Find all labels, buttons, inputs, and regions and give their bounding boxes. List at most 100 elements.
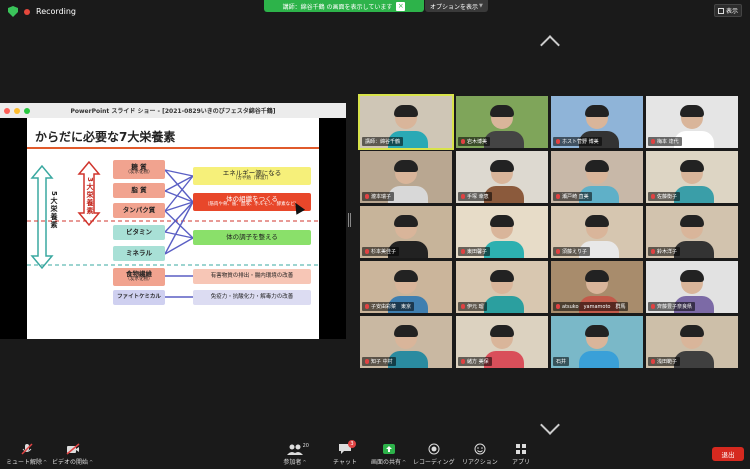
participant-name-tag: 須藤えり子 <box>553 247 591 256</box>
video-tile[interactable]: atsuko yamamoto 群馬 <box>551 261 643 313</box>
participant-name-tag: 浅田範子 <box>648 357 681 366</box>
mic-muted-icon <box>651 359 655 364</box>
grid-view-icon <box>717 7 724 14</box>
chevron-up-icon[interactable]: ^ <box>89 460 93 466</box>
chevron-down-icon: ▼ <box>479 3 483 9</box>
participant-name-tag: 石井 <box>553 357 570 366</box>
role-immunity: 免疫力・抗酸化力・解毒力の改善 <box>193 290 311 305</box>
participant-name: 杉本美佳子 <box>371 249 397 255</box>
reactions-button[interactable]: リアクション <box>462 443 498 466</box>
participant-name-tag: 伊元 瑠 <box>458 302 487 311</box>
mic-muted-icon <box>556 249 560 254</box>
mic-muted-icon <box>365 304 369 309</box>
ppt-window-title: PowerPoint スライド ショー - [2021-0829いきのびフェスタ… <box>70 108 276 115</box>
participant-name: atsuko yamamoto 群馬 <box>562 304 626 310</box>
video-tile[interactable]: 東田馨子 <box>456 206 548 258</box>
nutrient-protein: タンパク質 <box>113 203 165 218</box>
video-tile[interactable]: 佐藤衡子 <box>646 151 738 203</box>
mic-muted-icon <box>365 359 369 364</box>
participant-name-tag: 岩木博美 <box>458 137 491 146</box>
mic-muted-icon <box>651 304 655 309</box>
view-options-button[interactable]: オプションを表示 ▼ <box>425 0 488 12</box>
scroll-down-chevron-icon[interactable] <box>540 415 560 435</box>
video-tile[interactable]: ホスト菅野 博美 <box>551 96 643 148</box>
start-video-button[interactable]: ビデオの開始^ <box>52 443 93 466</box>
participant-name: 伊元 瑠 <box>467 304 484 310</box>
chevron-up-icon[interactable]: ^ <box>302 460 306 466</box>
meeting-toolbar: ミュート解除^ ビデオの開始^ 20 参加者^ 3 チャット 画面の共有^ レコ… <box>0 437 750 469</box>
video-tile[interactable]: 瀧本瑞子 <box>360 151 452 203</box>
participant-name-tag: ホスト菅野 博美 <box>553 137 602 146</box>
security-shield-icon[interactable] <box>8 6 18 17</box>
participant-video <box>483 270 524 313</box>
split-view-handle[interactable] <box>348 213 351 227</box>
video-tile[interactable]: 杉本美佳子 <box>360 206 452 258</box>
video-tile[interactable]: 齊藤豊子奈良県 <box>646 261 738 313</box>
nutrient-fat: 脂 質 <box>113 183 165 198</box>
video-tile[interactable]: 子安由彩菜 東京 <box>360 261 452 313</box>
mic-muted-icon <box>556 194 560 199</box>
video-tile[interactable]: 岩木博美 <box>456 96 548 148</box>
scroll-up-chevron-icon[interactable] <box>540 35 560 55</box>
video-tile[interactable]: 手塚 幸恵 <box>456 151 548 203</box>
participants-button[interactable]: 20 参加者^ <box>283 443 309 466</box>
share-screen-icon <box>382 443 396 455</box>
participant-name-tag: 手塚 幸恵 <box>458 192 492 201</box>
stop-view-close-icon[interactable]: × <box>396 1 406 11</box>
video-tile[interactable]: 知子 中村 <box>360 316 452 368</box>
participant-name: 須藤えり子 <box>562 249 588 255</box>
participant-video <box>578 325 619 368</box>
video-tile[interactable]: 浅田範子 <box>646 316 738 368</box>
mic-muted-icon <box>20 443 34 455</box>
video-off-icon <box>66 443 80 455</box>
video-tile[interactable]: 緒方 美保 <box>456 316 548 368</box>
participant-name-tag: 齊藤豊子奈良県 <box>648 302 696 311</box>
video-tile[interactable]: 須藤えり子 <box>551 206 643 258</box>
view-layout-label: 表示 <box>725 8 738 15</box>
nutrient-vitamin: ビタミン <box>113 225 165 240</box>
video-tile[interactable]: 講師：綿谷千鶴 <box>358 94 454 150</box>
participant-name: 知子 中村 <box>371 359 393 365</box>
participant-name: 梅本 達代 <box>657 139 679 145</box>
slide-connectors <box>27 160 319 298</box>
participant-name: 鈴木洋子 <box>657 249 678 255</box>
leave-meeting-button[interactable]: 退出 <box>712 447 744 461</box>
apps-button[interactable]: アプリ <box>512 443 530 466</box>
chevron-up-icon[interactable]: ^ <box>402 460 406 466</box>
participant-name: 齊藤豊子奈良県 <box>657 304 693 310</box>
nutrient-sugar: 糖 質 （炭水化物） <box>113 160 165 179</box>
participant-name: 佐藤衡子 <box>657 194 678 200</box>
mic-muted-icon <box>651 249 655 254</box>
slide: からだに必要な7大栄養素 5大栄養素 3大栄養素 糖 質 （炭水化物） 脂 質 … <box>27 118 319 339</box>
mic-muted-icon <box>461 139 465 144</box>
mic-muted-icon <box>556 139 560 144</box>
chat-button[interactable]: 3 チャット <box>333 440 357 466</box>
share-screen-button[interactable]: 画面の共有^ <box>371 443 406 466</box>
record-button[interactable]: レコーディング <box>413 443 455 466</box>
recording-indicator[interactable]: Recording <box>8 6 76 17</box>
participant-name-tag: 知子 中村 <box>362 357 396 366</box>
participant-name: 瀧本瑞子 <box>371 194 392 200</box>
participant-name: ホスト菅野 博美 <box>562 139 599 145</box>
view-layout-button[interactable]: 表示 <box>714 4 742 17</box>
participant-name-tag: 杉本美佳子 <box>362 247 400 256</box>
reaction-smile-icon <box>473 443 487 455</box>
participant-name-tag: 瀧本瑞子 <box>362 192 395 201</box>
role-detox: 有害物質の排出・腸内環境の改善 <box>193 269 311 284</box>
video-tile[interactable]: 梅本 達代 <box>646 96 738 148</box>
chevron-up-icon[interactable]: ^ <box>43 460 47 466</box>
participant-name: 子安由彩菜 東京 <box>371 304 412 310</box>
role-energy: エネルギー源になる （カや熱（体温）） <box>193 167 311 185</box>
participant-name: 石井 <box>556 359 567 365</box>
video-tile[interactable]: 瀬戸崎 直美 <box>551 151 643 203</box>
unmute-button[interactable]: ミュート解除^ <box>6 443 47 466</box>
participants-count: 20 <box>302 443 309 449</box>
video-tile[interactable]: 石井 <box>551 316 643 368</box>
participant-name: 東田馨子 <box>467 249 488 255</box>
video-tile[interactable]: 鈴木洋子 <box>646 206 738 258</box>
chat-icon: 3 <box>338 440 356 455</box>
record-icon <box>427 443 441 455</box>
participant-name-tag: 子安由彩菜 東京 <box>362 302 415 311</box>
mic-muted-icon <box>365 249 369 254</box>
video-tile[interactable]: 伊元 瑠 <box>456 261 548 313</box>
